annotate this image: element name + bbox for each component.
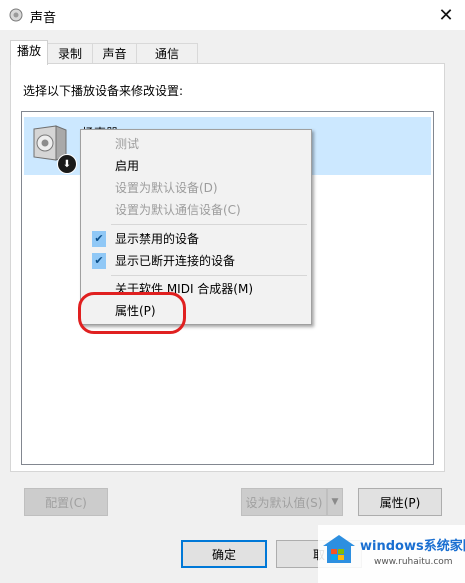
menu-item-label: 设置为默认通信设备(C) — [115, 203, 241, 217]
menu-item-set-default-device[interactable]: 设置为默认设备(D) — [83, 177, 309, 199]
menu-separator — [111, 224, 307, 225]
watermark-url: www.ruhaitu.com — [374, 557, 453, 567]
tab-playback[interactable]: 播放 — [10, 40, 48, 65]
menu-item-label: 测试 — [115, 137, 140, 151]
set-default-dropdown-icon[interactable]: ▼ — [327, 488, 343, 516]
close-button[interactable]: ✕ — [433, 3, 459, 27]
windows-logo-icon — [323, 535, 355, 563]
tab-sounds[interactable]: 声音 — [92, 43, 137, 64]
configure-button[interactable]: 配置(C) — [24, 488, 108, 516]
menu-separator — [111, 275, 307, 276]
menu-item-show-disconnected[interactable]: ✔ 显示已断开连接的设备 — [83, 250, 309, 272]
disabled-arrow-icon: ⬇ — [57, 154, 77, 174]
menu-item-test[interactable]: 测试 — [83, 133, 309, 155]
checkmark-icon: ✔ — [92, 253, 106, 269]
title-bar: 声音 ✕ — [0, 0, 465, 30]
menu-item-label: 设置为默认设备(D) — [115, 181, 218, 195]
menu-item-show-disabled[interactable]: ✔ 显示禁用的设备 — [83, 228, 309, 250]
tab-recording[interactable]: 录制 — [47, 43, 93, 64]
menu-item-label: 显示已断开连接的设备 — [115, 254, 236, 268]
menu-item-label: 启用 — [115, 159, 140, 173]
properties-button[interactable]: 属性(P) — [358, 488, 442, 516]
highlight-annotation — [78, 292, 186, 334]
tab-communications[interactable]: 通信 — [136, 43, 198, 64]
set-default-button[interactable]: 设为默认值(S) — [241, 488, 327, 516]
speaker-app-icon — [9, 8, 23, 22]
menu-item-set-default-comm-device[interactable]: 设置为默认通信设备(C) — [83, 199, 309, 221]
ok-button[interactable]: 确定 — [181, 540, 267, 568]
checkmark-icon: ✔ — [92, 231, 106, 247]
window-title: 声音 — [30, 11, 57, 26]
menu-item-enable[interactable]: 启用 — [83, 155, 309, 177]
watermark: windows系统家园 www.ruhaitu.com — [318, 525, 465, 583]
menu-item-label: 显示禁用的设备 — [115, 232, 200, 246]
watermark-title: windows系统家园 — [360, 539, 465, 554]
instruction-text: 选择以下播放设备来修改设置: — [23, 84, 184, 98]
close-icon: ✕ — [438, 4, 454, 26]
